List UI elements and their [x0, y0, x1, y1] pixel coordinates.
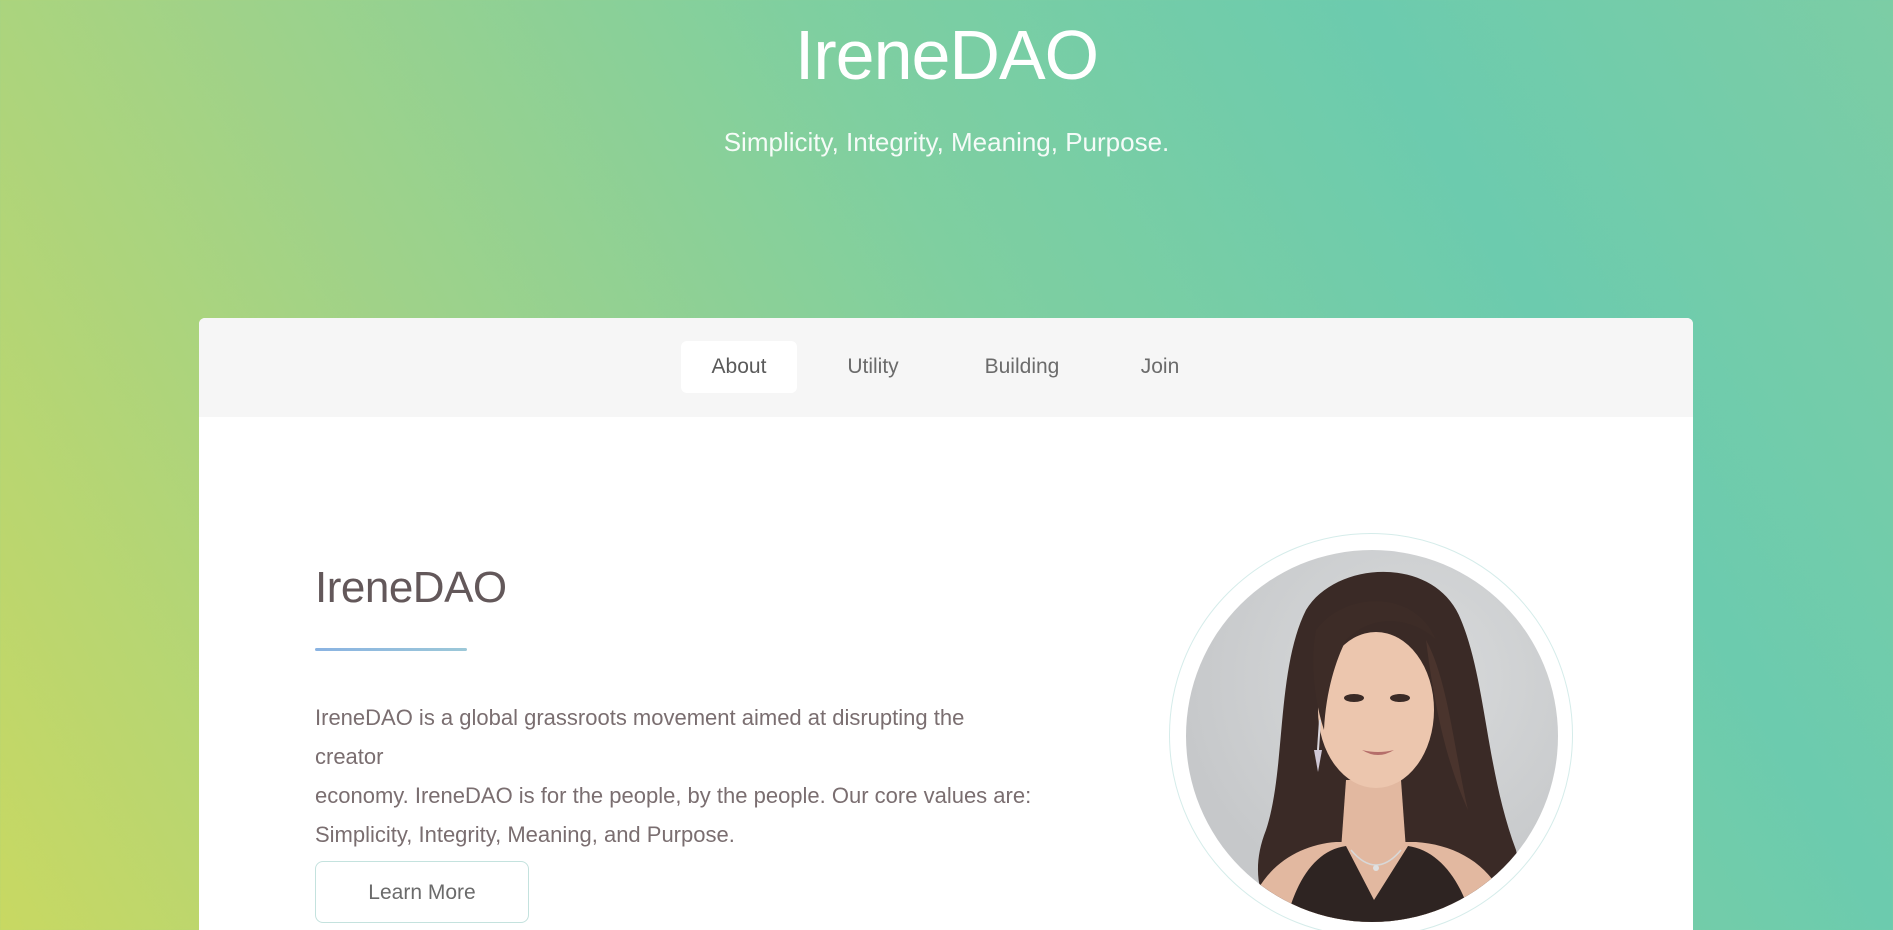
tab-building[interactable]: Building [955, 341, 1089, 393]
site-title: IreneDAO [794, 16, 1099, 94]
tab-utility[interactable]: Utility [821, 341, 925, 393]
portrait-illustration [1246, 571, 1518, 922]
about-description: IreneDAO is a global grassroots movement… [315, 698, 1035, 854]
tab-join[interactable]: Join [1123, 341, 1197, 393]
learn-more-button[interactable]: Learn More [315, 861, 529, 923]
portrait-avatar [1186, 550, 1558, 922]
about-heading: IreneDAO [315, 563, 507, 612]
avatar-ring [1169, 533, 1573, 930]
about-description-line: IreneDAO is a global grassroots movement… [315, 705, 965, 769]
content-card: About Utility Building Join IreneDAO Ire… [199, 318, 1693, 930]
about-description-line: economy. IreneDAO is for the people, by … [315, 783, 1032, 808]
site-tagline: Simplicity, Integrity, Meaning, Purpose. [723, 127, 1170, 157]
tab-bar: About Utility Building Join [199, 318, 1693, 417]
heading-divider [315, 648, 467, 651]
site-header: IreneDAO Simplicity, Integrity, Meaning,… [0, 0, 1893, 250]
about-description-line: Simplicity, Integrity, Meaning, and Purp… [315, 822, 735, 847]
tab-about[interactable]: About [681, 341, 797, 393]
